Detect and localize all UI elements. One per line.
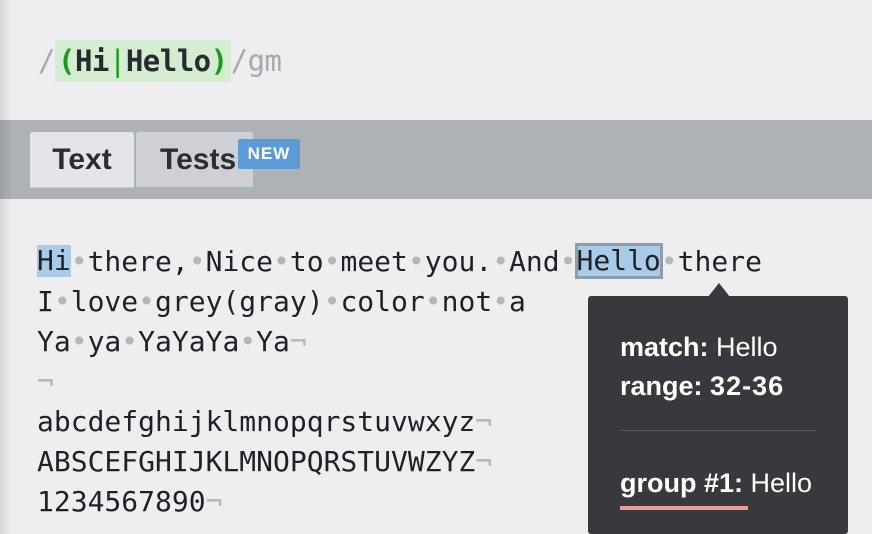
space-marker: • [121,325,139,358]
tooltip-group-label: group #1: [620,468,744,498]
space-marker: • [273,245,290,278]
text-word: color [340,285,425,318]
tooltip-arrow [708,283,730,297]
group-color-underline [620,506,748,510]
alternation-pipe: | [108,44,126,78]
space-marker: • [70,325,88,358]
text-word: grey(gray) [155,285,324,318]
text-word: YaYaYa [138,325,240,358]
text-word: 1234567890 [37,485,206,518]
space-marker: • [492,245,510,278]
space-marker: • [188,245,206,278]
text-word: Ya [256,325,290,358]
text-word: there [677,245,762,278]
capture-group-1[interactable]: (Hi|Hello) [54,40,231,82]
tab-tests[interactable]: Tests [136,132,253,187]
text-word: there, [87,245,189,278]
newline-marker: ¬ [37,365,54,398]
space-marker: • [492,285,510,318]
tooltip-group-value: Hello [750,468,813,498]
text-line: Hi•there,•Nice•to•meet•you.•And•Hello•th… [37,242,762,282]
space-marker: • [323,245,341,278]
expression-close-delimiter: / [230,44,248,78]
group-close-paren: ) [210,44,228,78]
match-highlight[interactable]: Hi [37,245,71,277]
tooltip-match-row: match: Hello [620,332,778,363]
space-marker: • [559,245,577,278]
space-marker: • [424,285,442,318]
text-word: abcdefghijklmnopqrstuvwxyz [37,405,476,438]
expression-flags[interactable]: gm [248,44,282,78]
tooltip-range-label: range: [620,371,703,401]
newline-marker: ¬ [475,445,493,478]
space-marker: • [70,245,88,278]
space-marker: • [53,285,71,318]
space-marker: • [239,325,257,358]
alternative-hi: Hi [74,44,109,78]
space-marker: • [138,285,156,318]
match-highlight[interactable]: Hello [574,243,663,279]
text-word: Ya [37,325,71,358]
tooltip-match-value: Hello [716,332,778,362]
space-marker: • [660,245,678,278]
space-marker: • [323,285,341,318]
tab-text[interactable]: Text [30,132,134,187]
text-word: I [37,285,54,318]
text-word: to [289,245,324,278]
new-badge: NEW [238,139,300,169]
text-word: a [509,285,526,318]
text-word: you. [424,245,493,278]
expression-panel: / (Hi|Hello)/gm [0,0,872,120]
tooltip-group-row: group #1: Hello [620,468,812,499]
regex-expression-input[interactable]: / (Hi|Hello)/gm [38,40,282,82]
match-tooltip: match: Hello range: 32-36 group #1: Hell… [588,283,848,534]
tooltip-range-value: 32-36 [710,371,785,401]
expression-open-delimiter: / [38,44,55,78]
text-word: meet [340,245,408,278]
newline-marker: ¬ [205,485,223,518]
text-word: ya [87,325,122,358]
alternative-hello: Hello [125,44,211,78]
tooltip-match-label: match: [620,332,709,362]
newline-marker: ¬ [475,405,493,438]
tooltip-divider [620,430,816,431]
space-marker: • [407,245,425,278]
text-word: not [441,285,493,318]
tooltip-range-row: range: 32-36 [620,371,784,402]
text-word: ABSCEFGHIJKLMNOPQRSTUVWZYZ [37,445,476,478]
text-word: Nice [205,245,274,278]
text-word: love [70,285,139,318]
newline-marker: ¬ [289,325,307,358]
source-tab-bar: Text Tests [0,120,872,199]
text-word: And [509,245,560,278]
group-open-paren: ( [57,44,75,78]
